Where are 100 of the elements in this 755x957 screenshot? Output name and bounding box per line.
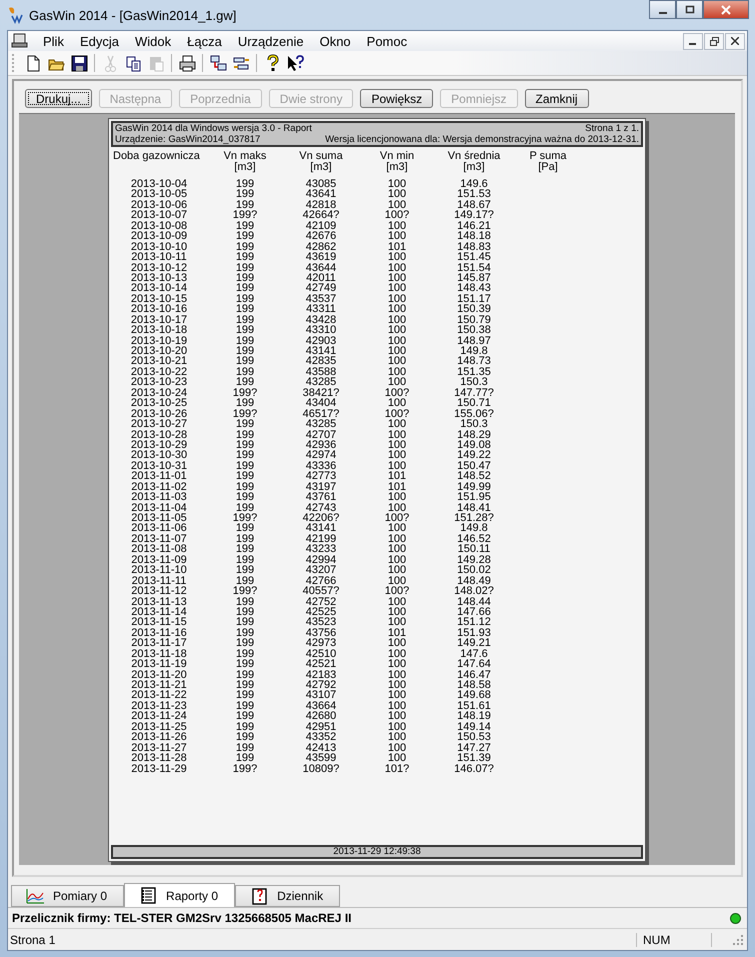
table-cell-text: 2013-10-08 bbox=[130, 220, 188, 232]
table-cell-text: 149.22 bbox=[456, 450, 492, 461]
table-cell-text: 199 bbox=[234, 283, 256, 294]
table-cell-text: 2013-11-05 bbox=[130, 513, 188, 524]
table-cell-text: 100 bbox=[386, 670, 408, 680]
table-cell-text: 42664? bbox=[302, 210, 340, 221]
menu-item[interactable]: Widok bbox=[126, 34, 180, 48]
table-cell-text: 100 bbox=[386, 336, 408, 346]
table-cell-text: 43207 bbox=[304, 565, 338, 576]
table-cell-text: 147.64 bbox=[456, 659, 492, 670]
minimize-button[interactable] bbox=[683, 32, 703, 50]
column-header: Vn suma [m3] bbox=[298, 151, 344, 172]
table-cell-text: 43523 bbox=[304, 617, 338, 628]
table-cell-text: 199 bbox=[234, 471, 256, 482]
menu-item[interactable]: Okno bbox=[312, 34, 359, 48]
table-cell-text: 100 bbox=[388, 398, 406, 409]
table-cell-text: 2013-11-04 bbox=[130, 502, 188, 513]
table-cell-text: 100 bbox=[386, 544, 408, 555]
table-cell-text: 2013-10-23 bbox=[130, 377, 188, 388]
table-cell-text: 43588 bbox=[304, 366, 338, 378]
table-cell-text: 43285 bbox=[304, 419, 338, 430]
table-cell-text: 42183 bbox=[304, 670, 338, 680]
table-cell-text: 100 bbox=[386, 220, 408, 232]
table-cell-text: 2013-10-12 bbox=[130, 262, 188, 273]
table-cell-text: 199 bbox=[234, 294, 256, 304]
table-cell-text: 150.3 bbox=[460, 419, 488, 430]
table-cell-text: 147.77? bbox=[453, 388, 495, 398]
minimize-button[interactable] bbox=[649, 0, 676, 19]
table-cell-text: 42206? bbox=[302, 513, 340, 524]
table-cell-text: 2013-10-31 bbox=[130, 460, 188, 472]
table-cell-text: 43761 bbox=[304, 492, 338, 503]
table-cell-text: 199 bbox=[234, 346, 256, 356]
table-cell-text: 43310 bbox=[304, 325, 338, 336]
table-cell-text: 199 bbox=[234, 544, 256, 555]
table-cell-text: 43141 bbox=[304, 523, 338, 534]
table-cell-text: 199 bbox=[236, 377, 254, 388]
menu-item[interactable]: Pomoc bbox=[358, 34, 416, 48]
table-cell-text: 149.28 bbox=[456, 554, 492, 566]
table-cell-text: 42951 bbox=[304, 722, 338, 732]
table-cell-text: 100 bbox=[386, 523, 408, 534]
menu-item[interactable]: Łącza bbox=[179, 34, 230, 48]
table-cell-text: 148.67 bbox=[457, 200, 491, 210]
table-cell-text: 2013-10-20 bbox=[130, 346, 188, 356]
table-cell-text: 199 bbox=[234, 700, 256, 712]
table-cell-text: 148.02? bbox=[453, 586, 495, 596]
table-cell-text: 199 bbox=[234, 356, 256, 367]
table-cell-text: 42525 bbox=[304, 606, 338, 618]
table-cell-text: 100 bbox=[386, 659, 408, 670]
close-icon bbox=[720, 4, 732, 14]
resize-grip-icon[interactable] bbox=[732, 934, 744, 946]
table-cell-text: 148.44 bbox=[456, 596, 492, 607]
table-cell-text: 100 bbox=[386, 565, 408, 576]
table-cell-text: 42676 bbox=[304, 231, 338, 242]
table-cell-text: 2013-11-13 bbox=[130, 596, 188, 607]
table-cell-text: 101 bbox=[386, 471, 408, 482]
menu-item[interactable]: Edycja bbox=[72, 34, 127, 48]
table-cell-text: 148.73 bbox=[456, 356, 492, 367]
table-cell-text: 199 bbox=[236, 200, 254, 210]
table-cell-text: 2013-11-28 bbox=[130, 753, 188, 764]
toolbar-button[interactable]: Zamknij bbox=[524, 89, 589, 108]
table-cell-text: 148.49 bbox=[457, 576, 491, 586]
restore-button[interactable] bbox=[704, 32, 724, 50]
table-cell-text: 100 bbox=[386, 419, 408, 430]
table-cell-text: 100 bbox=[386, 366, 408, 378]
table-cell-text: 43537 bbox=[304, 294, 338, 304]
table-cell-text: 42792 bbox=[304, 680, 338, 690]
tab[interactable]: Pomiary 0 bbox=[11, 885, 124, 907]
column-header: Vn maks [m3] bbox=[222, 151, 268, 172]
menu-item[interactable]: Urządzenie bbox=[230, 34, 312, 48]
table-cell-text: 199 bbox=[234, 617, 256, 628]
table-cell-text: 42707 bbox=[304, 430, 338, 440]
table-cell-text: 2013-11-07 bbox=[130, 534, 188, 544]
table-cell-text: 199? bbox=[232, 388, 258, 398]
table-cell-text: 199 bbox=[234, 366, 256, 378]
menu-item[interactable]: Plik bbox=[35, 34, 72, 48]
table-cell-text: 2013-11-23 bbox=[130, 700, 188, 712]
table-cell-text: 155.06? bbox=[453, 408, 495, 420]
table-cell-text: 2013-10-25 bbox=[130, 398, 188, 409]
table-cell-text: 199 bbox=[234, 272, 256, 284]
table-cell-text: 43336 bbox=[304, 460, 338, 472]
table-cell-text: 199? bbox=[232, 586, 258, 596]
table-cell-text: 100 bbox=[386, 492, 408, 503]
table-cell-text: 150.02 bbox=[456, 565, 492, 576]
toolbar-button[interactable]: Powiększ bbox=[360, 89, 434, 108]
table-cell-text: 42973 bbox=[304, 638, 338, 649]
table-cell-text: 150.71 bbox=[457, 398, 491, 409]
table-cell-text: 100 bbox=[386, 430, 408, 440]
tab[interactable]: Dziennik bbox=[235, 885, 340, 907]
close-button[interactable] bbox=[725, 32, 745, 50]
table-cell-text: 149.08 bbox=[456, 440, 492, 450]
maximize-button[interactable] bbox=[676, 0, 703, 19]
table-cell-text: 2013-10-04 bbox=[130, 179, 188, 190]
report-footer: 2013-11-29 12:49:38 bbox=[111, 845, 643, 859]
table-cell-text: 199 bbox=[234, 440, 256, 450]
table-cell-text: 151.54 bbox=[456, 262, 492, 273]
table-cell-text: 2013-11-20 bbox=[130, 670, 188, 680]
tab[interactable]: Raporty 0 bbox=[124, 883, 236, 907]
toolbar-button[interactable]: Drukuj... bbox=[25, 89, 92, 108]
table-cell-text: 43311 bbox=[305, 304, 337, 315]
table-cell-text: 42818 bbox=[306, 200, 336, 210]
